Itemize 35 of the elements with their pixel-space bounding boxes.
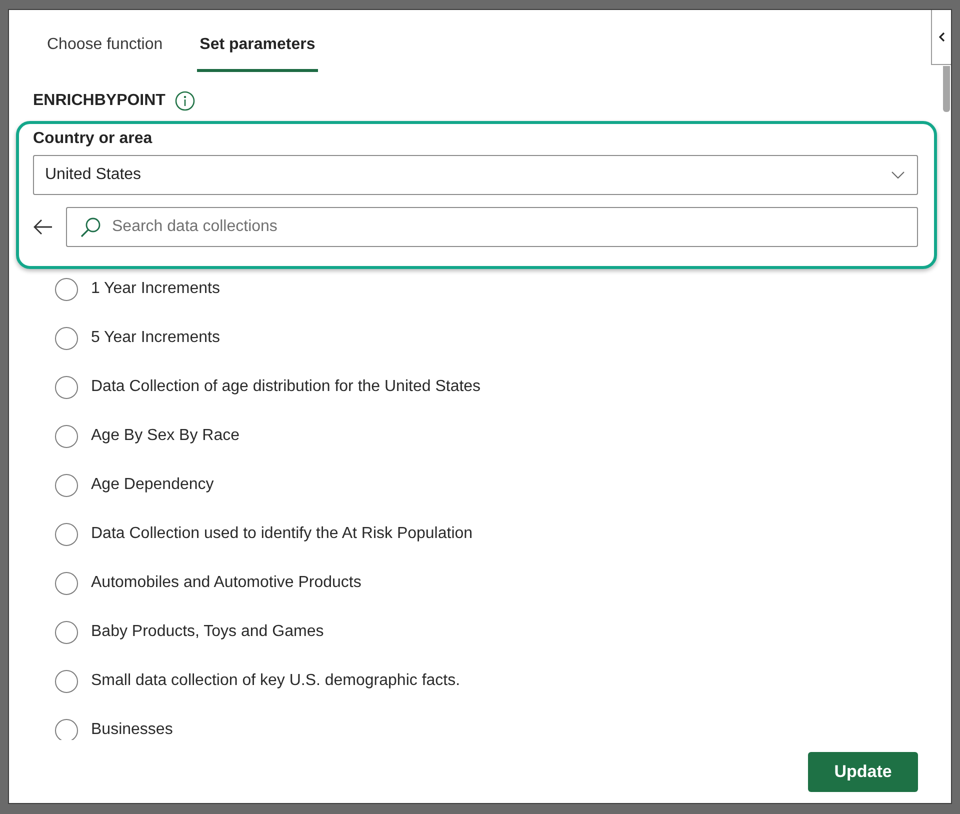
radio-button[interactable] xyxy=(55,572,78,594)
chevron-down-icon xyxy=(891,171,905,179)
collection-option[interactable]: 5 Year Increments xyxy=(55,318,220,358)
collection-option[interactable]: Businesses xyxy=(55,710,173,740)
country-dropdown[interactable]: United States xyxy=(33,155,918,195)
update-button[interactable]: Update xyxy=(808,752,918,792)
chevron-left-icon xyxy=(938,32,944,42)
collection-option[interactable]: Small data collection of key U.S. demographic facts. xyxy=(55,661,460,701)
search-icon xyxy=(80,217,101,238)
scrollbar-thumb[interactable] xyxy=(943,66,950,112)
radio-button[interactable] xyxy=(55,522,78,546)
field-label: Country or area xyxy=(33,129,154,149)
radio-button[interactable] xyxy=(55,326,78,350)
collection-option[interactable]: Automobiles and Automotive Products xyxy=(55,563,362,603)
collapse-button[interactable] xyxy=(931,10,951,65)
radio-button[interactable] xyxy=(55,474,78,496)
collection-option[interactable]: Data Collection of age distribution for the United States xyxy=(55,367,481,407)
tab[interactable]: Choose function xyxy=(44,29,166,72)
collection-option[interactable]: Baby Products, Toys and Games xyxy=(55,612,324,652)
radio-button[interactable] xyxy=(55,424,78,448)
radio-button[interactable] xyxy=(55,278,78,300)
arrow-left-icon xyxy=(33,219,53,235)
collection-option[interactable]: Data Collection used to identify the At Risk Population xyxy=(55,514,473,554)
collection-option[interactable]: 1 Year Increments xyxy=(55,269,220,309)
function-name: ENRICHBYPOINT xyxy=(33,91,166,111)
radio-button[interactable] xyxy=(55,620,78,644)
collection-option[interactable]: Age Dependency xyxy=(55,465,214,505)
radio-button[interactable] xyxy=(55,376,78,398)
radio-button[interactable] xyxy=(55,718,78,740)
info-icon[interactable] xyxy=(175,91,196,111)
tab[interactable]: Set parameters xyxy=(196,29,318,72)
back-button[interactable] xyxy=(33,219,53,235)
search-field[interactable]: Search data collections xyxy=(66,207,918,247)
collection-option[interactable]: Age By Sex By Race xyxy=(55,416,240,456)
radio-button[interactable] xyxy=(55,670,78,692)
